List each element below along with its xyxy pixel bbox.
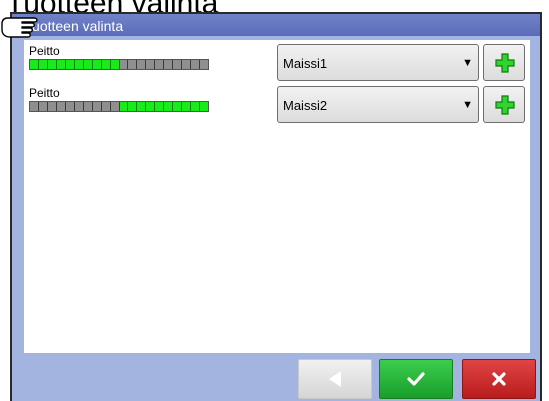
coverage-segment-off	[92, 102, 102, 111]
coverage-segment-off	[137, 60, 147, 69]
pointing-hand-icon	[1, 17, 38, 38]
coverage-segment-off	[128, 60, 138, 69]
coverage-segment-off	[200, 60, 209, 69]
coverage-segment-on	[119, 102, 129, 111]
plus-icon	[495, 53, 515, 73]
product-select-value: Maissi2	[283, 98, 328, 113]
coverage-segment-on	[164, 102, 174, 111]
coverage-segment-on	[74, 60, 84, 69]
chevron-down-icon: ▼	[462, 99, 473, 111]
chevron-down-icon: ▼	[462, 57, 473, 69]
coverage-segment-off	[191, 60, 201, 69]
ok-button[interactable]	[379, 359, 453, 399]
add-product-button-1[interactable]	[483, 44, 525, 81]
coverage-segment-on	[30, 60, 39, 69]
coverage-segment-on	[110, 60, 120, 69]
coverage-segment-off	[30, 102, 39, 111]
coverage-label: Peitto	[29, 86, 60, 100]
plus-icon	[495, 95, 515, 115]
coverage-segment-on	[92, 60, 102, 69]
coverage-segment-on	[38, 60, 48, 69]
coverage-segment-on	[200, 102, 209, 111]
close-icon	[492, 372, 506, 386]
coverage-segment-off	[182, 60, 192, 69]
coverage-segment-on	[83, 60, 93, 69]
dialog-body: Peitto Maissi1 ▼ Peitto Maissi2 ▼	[24, 40, 530, 353]
coverage-segment-off	[83, 102, 93, 111]
coverage-bar	[29, 59, 209, 70]
add-product-button-2[interactable]	[483, 86, 525, 123]
checkmark-icon	[407, 372, 425, 386]
coverage-segment-on	[155, 102, 165, 111]
coverage-segment-on	[191, 102, 201, 111]
coverage-segment-off	[65, 102, 75, 111]
product-row-1: Peitto Maissi1 ▼	[24, 42, 530, 82]
coverage-segment-off	[101, 102, 111, 111]
coverage-segment-off	[146, 60, 156, 69]
product-selection-dialog: Tuotteen valinta Peitto Maissi1 ▼ Peitto…	[10, 12, 542, 401]
coverage-segment-off	[74, 102, 84, 111]
coverage-segment-on	[146, 102, 156, 111]
product-select-2[interactable]: Maissi2 ▼	[277, 86, 479, 123]
dialog-titlebar: Tuotteen valinta	[12, 14, 540, 36]
coverage-segment-off	[38, 102, 48, 111]
coverage-segment-on	[173, 102, 183, 111]
coverage-segment-on	[137, 102, 147, 111]
coverage-segment-off	[119, 60, 129, 69]
coverage-segment-on	[101, 60, 111, 69]
coverage-segment-on	[47, 60, 57, 69]
coverage-segment-off	[155, 60, 165, 69]
product-select-value: Maissi1	[283, 56, 328, 71]
coverage-segment-off	[56, 102, 66, 111]
arrow-left-icon	[329, 371, 341, 387]
coverage-segment-on	[128, 102, 138, 111]
coverage-segment-off	[164, 60, 174, 69]
product-row-2: Peitto Maissi2 ▼	[24, 84, 530, 124]
coverage-segment-on	[65, 60, 75, 69]
coverage-segment-on	[56, 60, 66, 69]
coverage-segment-off	[110, 102, 120, 111]
coverage-segment-on	[182, 102, 192, 111]
coverage-bar	[29, 101, 209, 112]
product-select-1[interactable]: Maissi1 ▼	[277, 44, 479, 81]
coverage-segment-off	[47, 102, 57, 111]
coverage-segment-off	[173, 60, 183, 69]
back-button[interactable]	[298, 359, 372, 399]
cancel-button[interactable]	[462, 359, 536, 399]
coverage-label: Peitto	[29, 44, 60, 58]
